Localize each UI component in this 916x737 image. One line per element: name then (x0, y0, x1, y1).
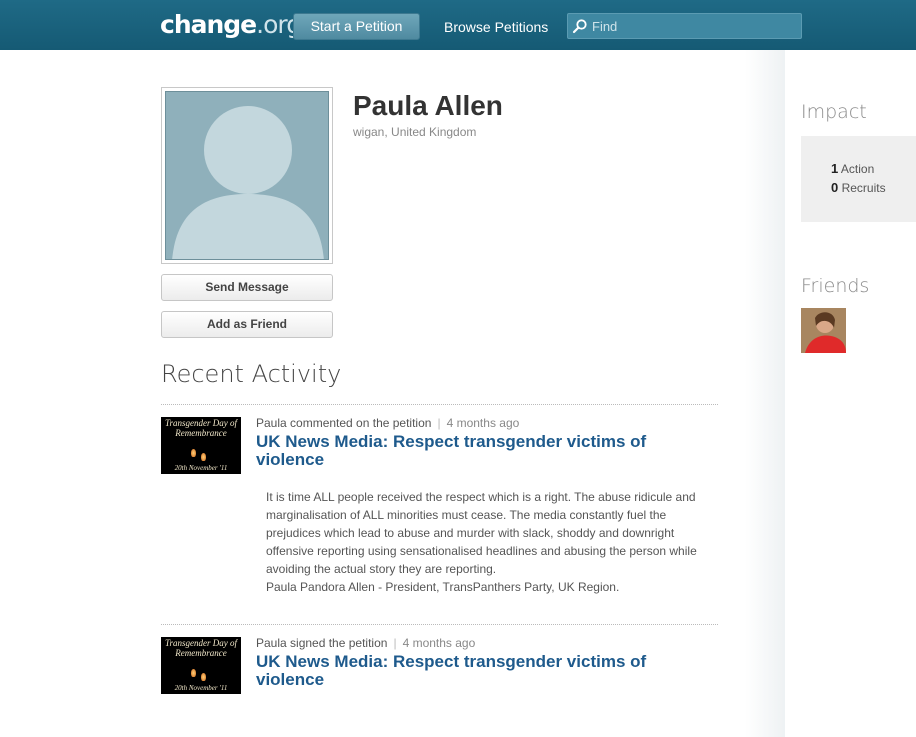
meta-separator: | (437, 416, 441, 430)
candle-flame-icon (191, 669, 196, 677)
actions-count: 1 (831, 161, 839, 176)
search-box[interactable] (567, 13, 802, 39)
activity-time: 4 months ago (446, 416, 520, 430)
activity-meta: Paula signed the petition | 4 months ago (256, 636, 475, 650)
activity-divider (161, 404, 718, 405)
recent-activity-heading: Recent Activity (161, 360, 342, 388)
browse-petitions-link[interactable]: Browse Petitions (444, 19, 548, 35)
thumb-title: Transgender Day of Remembrance (165, 638, 237, 658)
candle-flame-icon (201, 453, 206, 461)
activity-divider (161, 624, 718, 625)
activity-action: Paula commented on the petition (256, 416, 432, 430)
person-silhouette-icon (166, 92, 328, 259)
top-nav-bar: change.org Start a Petition Browse Petit… (0, 0, 916, 50)
profile-name: Paula Allen (353, 90, 503, 121)
candle-flame-icon (201, 673, 206, 681)
comment-text: It is time ALL people received the respe… (266, 490, 697, 576)
petition-thumbnail[interactable]: Transgender Day of Remembrance 20th Nove… (161, 637, 241, 694)
meta-separator: | (393, 636, 397, 650)
activity-action: Paula signed the petition (256, 636, 388, 650)
send-message-button[interactable]: Send Message (161, 274, 333, 301)
thumb-date: 20th November '11 (174, 684, 228, 692)
comment-signature: Paula Pandora Allen - President, TransPa… (266, 580, 620, 594)
petition-thumbnail[interactable]: Transgender Day of Remembrance 20th Nove… (161, 417, 241, 474)
thumb-title: Transgender Day of Remembrance (165, 418, 237, 438)
start-petition-button[interactable]: Start a Petition (293, 13, 420, 40)
friends-heading: Friends (801, 275, 870, 297)
activity-time: 4 months ago (402, 636, 476, 650)
actions-stat: 1 Action (831, 161, 874, 176)
recruits-stat: 0 Recruits (831, 180, 886, 195)
candle-flame-icon (191, 449, 196, 457)
recruits-count: 0 (831, 180, 839, 195)
logo-main: change (160, 10, 257, 39)
change-org-logo[interactable]: change.org (160, 10, 302, 39)
search-icon (572, 19, 587, 34)
petition-title-link[interactable]: UK News Media: Respect transgender victi… (256, 433, 696, 469)
impact-stats-box: 1 Action 0 Recruits (801, 136, 916, 222)
impact-heading: Impact (801, 101, 867, 123)
friend-photo-icon (801, 308, 846, 353)
friend-avatar[interactable] (801, 308, 846, 353)
recruits-label: Recruits (841, 181, 886, 195)
petition-title-link[interactable]: UK News Media: Respect transgender victi… (256, 653, 696, 689)
default-avatar-silhouette (165, 91, 329, 260)
activity-comment: It is time ALL people received the respe… (266, 488, 718, 596)
profile-location: wigan, United Kingdom (353, 125, 477, 139)
column-shadow (745, 50, 785, 737)
add-friend-button[interactable]: Add as Friend (161, 311, 333, 338)
profile-avatar (161, 87, 333, 264)
thumb-date: 20th November '11 (174, 464, 228, 472)
actions-label: Action (840, 162, 875, 176)
search-input[interactable] (592, 17, 797, 35)
activity-meta: Paula commented on the petition | 4 months… (256, 416, 519, 430)
